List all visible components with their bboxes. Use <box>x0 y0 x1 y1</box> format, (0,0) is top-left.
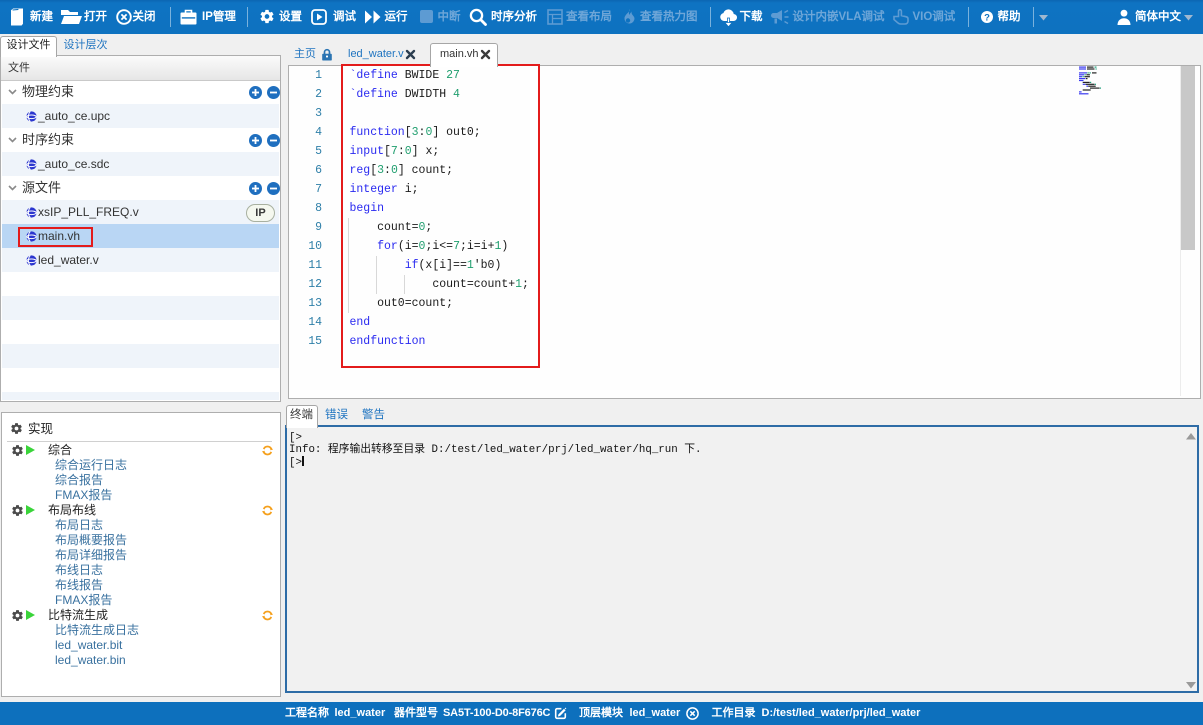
svg-text:?: ? <box>984 12 990 23</box>
